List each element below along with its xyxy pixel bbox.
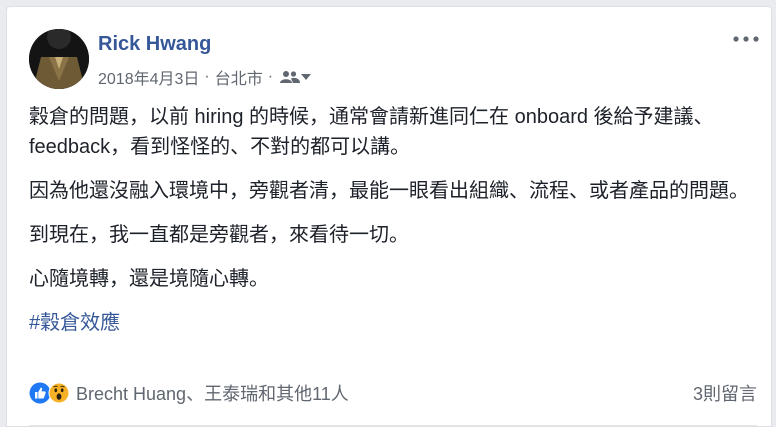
post-meta: 2018年4月3日 · 台北市 · <box>98 65 312 89</box>
post-location[interactable]: 台北市 <box>215 65 263 89</box>
author-name[interactable]: Rick Hwang <box>98 33 211 56</box>
wow-icon <box>48 382 70 404</box>
meta-separator: · <box>267 68 274 85</box>
comments-count-link[interactable]: 3則留言 <box>693 380 757 406</box>
reactions-text[interactable]: Brecht Huang、王泰瑞和其他11人 <box>76 380 349 406</box>
post-paragraph: 心隨境轉，還是境隨心轉。 <box>29 268 269 290</box>
post-paragraph: 穀倉的問題，以前 hiring 的時候，通常會請新進同仁在 onboard 後給… <box>29 106 714 158</box>
post-paragraph: 到現在，我一直都是旁觀者，來看待一切。 <box>29 224 409 246</box>
divider <box>29 425 757 426</box>
post-body: 穀倉的問題，以前 hiring 的時候，通常會請新進同仁在 onboard 後給… <box>29 102 759 338</box>
audience-selector[interactable] <box>280 70 312 84</box>
avatar[interactable] <box>29 29 89 89</box>
more-options-button[interactable] <box>731 29 761 49</box>
post-date[interactable]: 2018年4月3日 <box>98 65 199 89</box>
more-dots-icon <box>733 36 759 42</box>
friends-icon <box>280 71 301 83</box>
reactions-summary[interactable]: Brecht Huang、王泰瑞和其他11人 <box>29 380 349 406</box>
post-paragraph: 因為他還沒融入環境中，旁觀者清，最能一眼看出組織、流程、或者產品的問題。 <box>29 180 749 202</box>
hashtag-link[interactable]: #穀倉效應 <box>29 312 120 334</box>
chevron-down-icon <box>301 74 312 80</box>
reaction-icons <box>29 382 70 404</box>
post-card: Rick Hwang 2018年4月3日 · 台北市 · 穀倉的問題，以前 hi… <box>6 6 772 427</box>
meta-separator: · <box>204 68 210 85</box>
